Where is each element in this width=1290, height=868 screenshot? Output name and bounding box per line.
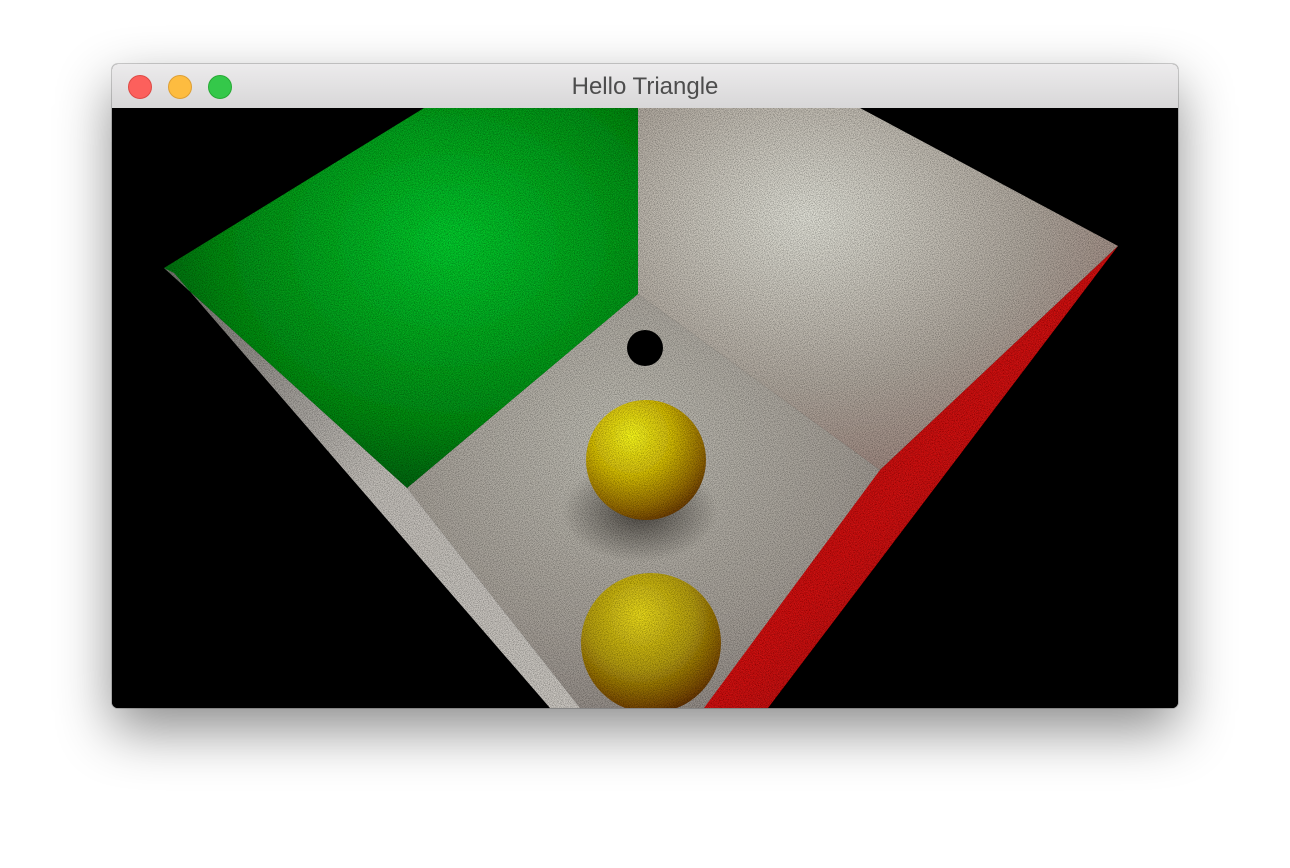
sphere-lower xyxy=(581,573,721,708)
ceiling-hole xyxy=(627,330,663,366)
app-window: Hello Triangle xyxy=(112,64,1178,708)
rendered-scene xyxy=(112,108,1178,708)
sphere-upper xyxy=(586,400,706,520)
render-viewport[interactable] xyxy=(112,108,1178,708)
window-title: Hello Triangle xyxy=(571,73,719,100)
title-bar[interactable]: Hello Triangle xyxy=(112,64,1178,109)
